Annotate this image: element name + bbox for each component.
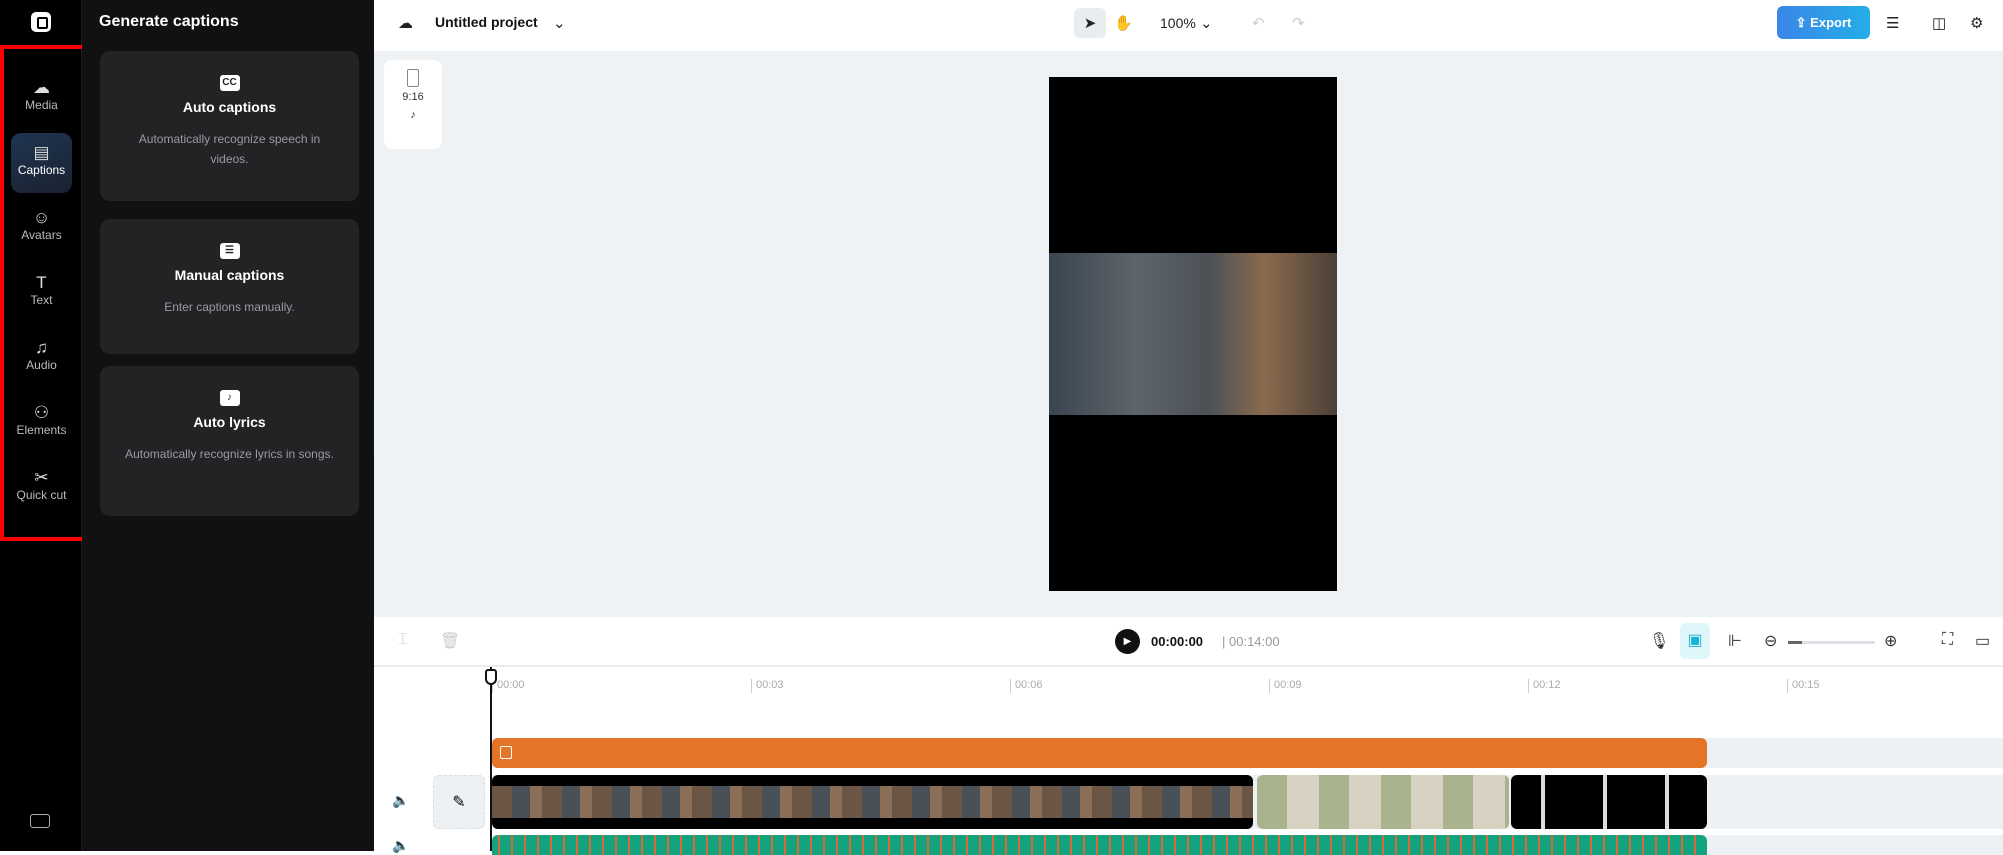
video-clip[interactable] <box>492 775 1253 829</box>
label: Media <box>25 98 58 112</box>
panel-title: Generate captions <box>99 13 239 30</box>
audio-clip[interactable] <box>492 835 1707 855</box>
edit-cover-button[interactable]: ✎ <box>433 775 485 829</box>
hand-tool-icon[interactable]: ✋ <box>1114 8 1133 38</box>
image-icon <box>500 746 512 759</box>
aspect-ratio-label: 9:16 <box>402 91 424 103</box>
volume-icon[interactable]: 🔈 <box>392 792 409 809</box>
quick-cut-icon: ✂ <box>34 468 49 487</box>
project-name[interactable]: Untitled project <box>435 14 538 30</box>
video-frame <box>1049 253 1337 415</box>
label: Avatars <box>21 228 62 242</box>
redo-icon[interactable]: ↷ <box>1292 8 1305 38</box>
label: Elements <box>16 423 67 437</box>
settings-icon[interactable]: ⚙ <box>1970 8 1983 38</box>
captions-icon: ▤ <box>33 143 50 162</box>
tick: 00:00 <box>492 679 525 693</box>
select-tool-icon[interactable]: ➤ <box>1074 8 1106 38</box>
video-clip[interactable] <box>1257 775 1509 829</box>
play-button[interactable]: ▶ <box>1115 629 1140 654</box>
upload-icon: ⇪ <box>1795 14 1811 30</box>
lyrics-icon: ♪ <box>219 390 240 406</box>
phone-icon <box>407 69 419 87</box>
elements-icon: ⚇ <box>33 403 50 422</box>
timeline: 00:00 00:03 00:06 00:09 00:12 00:15 🔈 ✎ … <box>374 667 2003 855</box>
auto-lyrics-card[interactable]: ♪ Auto lyrics Automatically recognize lyri… <box>100 366 359 516</box>
player-controls: ⌶ 🗑 ▶ 00:00:00 | 00:14:00 🎙 ▣ ⊩ ⊖ ⊕ ⛶ ▭ <box>374 617 2003 667</box>
music-icon: ♫ <box>35 338 48 357</box>
sidebar-item-quick-cut[interactable]: ✂ Quick cut <box>11 458 72 528</box>
captions-panel: Generate captions CC Auto captions Automat… <box>82 0 374 851</box>
label: Text <box>30 293 53 307</box>
current-time: 00:00:00 <box>1151 634 1204 649</box>
manual-captions-card[interactable]: ☰ Manual captions Enter captions manually. <box>100 219 359 354</box>
auto-captions-card[interactable]: CC Auto captions Automatically recognize s… <box>100 51 359 201</box>
tick: 00:15 <box>1787 679 1820 693</box>
top-bar: ☁ Untitled project ⌄ ➤ ✋ 100% ⌄ ↶ ↷ ⇪ Ex… <box>374 0 2003 51</box>
label: Quick cut <box>16 488 67 502</box>
tick: 00:03 <box>751 679 784 693</box>
split-icon[interactable]: ⌶ <box>398 631 408 649</box>
cc-icon: CC <box>219 75 240 91</box>
pencil-icon: ✎ <box>452 794 466 811</box>
keyboard-icon[interactable] <box>30 814 50 828</box>
tiktok-icon: ♪ <box>410 109 416 121</box>
zoom-out-icon[interactable]: ⊖ <box>1764 631 1777 651</box>
chevron-down-icon[interactable]: ⌄ <box>1200 8 1213 38</box>
sidebar-item-audio[interactable]: ♫ Audio <box>11 328 72 388</box>
export-label: Export <box>1810 15 1852 30</box>
zoom-select[interactable]: 100% <box>1160 8 1196 38</box>
sidebar-item-media[interactable]: ☁ Media <box>11 68 72 128</box>
layers-icon[interactable]: ☰ <box>1886 8 1899 38</box>
avatar-icon: ☺ <box>32 208 51 227</box>
canvas-area: 9:16 ♪ <box>374 51 2003 617</box>
card-title: Auto captions <box>182 99 277 115</box>
cloud-upload-icon: ☁ <box>33 78 50 97</box>
text-icon: T <box>36 273 47 292</box>
auto-snap-icon[interactable]: ▣ <box>1680 623 1710 659</box>
tick: 00:09 <box>1269 679 1302 693</box>
playhead-handle[interactable] <box>485 669 497 685</box>
sidebar-item-elements[interactable]: ⚇ Elements <box>11 393 72 453</box>
chevron-down-icon[interactable]: ⌄ <box>553 8 566 38</box>
zoom-slider[interactable] <box>1788 641 1875 644</box>
export-button[interactable]: ⇪ Export <box>1777 6 1870 39</box>
caption-track-clip[interactable] <box>492 738 1707 768</box>
duration: | 00:14:00 <box>1222 634 1280 649</box>
fit-icon[interactable]: ⛶ <box>1942 631 1953 649</box>
card-desc: Automatically recognize speech in videos… <box>138 132 321 166</box>
card-desc: Enter captions manually. <box>164 300 295 314</box>
duration-value: 00:14:00 <box>1229 634 1280 649</box>
preview-icon[interactable]: ▭ <box>1975 631 1990 651</box>
label: Captions <box>17 163 66 177</box>
sidebar-item-captions[interactable]: ▤ Captions <box>11 133 72 193</box>
video-clip[interactable] <box>1511 775 1707 829</box>
video-preview[interactable] <box>1049 77 1337 591</box>
clip-thumbnails <box>492 786 1253 818</box>
left-rail: ☁ Media ▤ Captions ☺ Avatars T Text ♫ Audio ⚇… <box>0 0 82 851</box>
volume-icon[interactable]: 🔈 <box>392 837 409 854</box>
microphone-icon[interactable]: 🎙 <box>1649 631 1669 651</box>
app-logo <box>31 12 51 32</box>
tick: 00:06 <box>1010 679 1043 693</box>
sidebar-item-avatars[interactable]: ☺ Avatars <box>11 198 72 258</box>
layout-panel-icon[interactable]: ◫ <box>1932 8 1946 38</box>
delete-icon[interactable]: 🗑 <box>440 631 460 651</box>
card-title: Manual captions <box>174 267 285 283</box>
tick: 00:12 <box>1528 679 1561 693</box>
split-view-icon[interactable]: ⊩ <box>1728 631 1742 651</box>
subtitle-icon: ☰ <box>219 243 240 259</box>
undo-icon[interactable]: ↶ <box>1252 8 1265 38</box>
playhead[interactable] <box>490 667 492 851</box>
zoom-slider-fill <box>1788 641 1802 644</box>
cloud-save-icon[interactable]: ☁ <box>398 8 413 38</box>
sidebar-item-text[interactable]: T Text <box>11 263 72 323</box>
card-desc: Automatically recognize lyrics in songs. <box>125 447 334 461</box>
aspect-ratio-card[interactable]: 9:16 ♪ <box>384 60 442 149</box>
zoom-in-icon[interactable]: ⊕ <box>1884 631 1897 651</box>
card-title: Auto lyrics <box>193 414 266 430</box>
label: Audio <box>26 358 57 372</box>
